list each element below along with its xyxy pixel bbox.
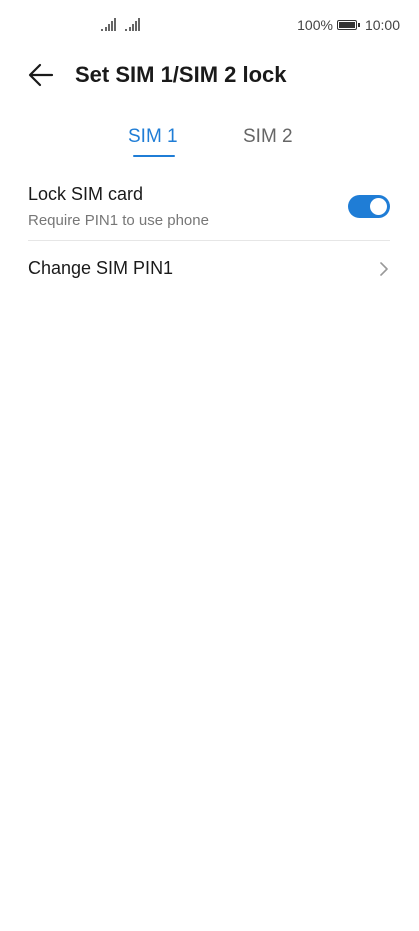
chevron-right-icon — [380, 262, 388, 276]
status-right: 100% 10:00 — [297, 17, 400, 33]
change-sim-pin1-label: Change SIM PIN1 — [28, 258, 174, 278]
sim2-signal-icon — [125, 17, 140, 31]
lock-sim-card-row[interactable]: Lock SIM card Require PIN1 to use phone — [28, 176, 390, 241]
battery-icon — [336, 20, 360, 30]
page-title: Set SIM 1/SIM 2 lock — [75, 62, 287, 87]
tab-sim1[interactable]: SIM 1 — [128, 126, 178, 148]
change-sim-pin1-row[interactable]: Change SIM PIN1 — [28, 241, 390, 297]
header: Set SIM 1/SIM 2 lock — [0, 50, 419, 100]
status-time: 10:00 — [364, 17, 400, 33]
back-arrow-icon[interactable] — [28, 62, 54, 88]
sim-tabs: SIM 1 SIM 2 — [0, 126, 419, 162]
lock-sim-card-label: Lock SIM card — [28, 184, 144, 204]
lock-sim-card-toggle[interactable] — [348, 195, 390, 218]
battery-percent: 100% — [297, 17, 333, 33]
tab-active-indicator — [133, 155, 175, 157]
tab-sim2[interactable]: SIM 2 — [243, 126, 293, 148]
toggle-knob — [370, 198, 387, 215]
sim1-signal-icon — [101, 17, 116, 31]
lock-sim-card-subtitle: Require PIN1 to use phone — [28, 212, 209, 229]
status-bar: 100% 10:00 — [0, 0, 419, 50]
settings-list: Lock SIM card Require PIN1 to use phone … — [28, 176, 390, 297]
